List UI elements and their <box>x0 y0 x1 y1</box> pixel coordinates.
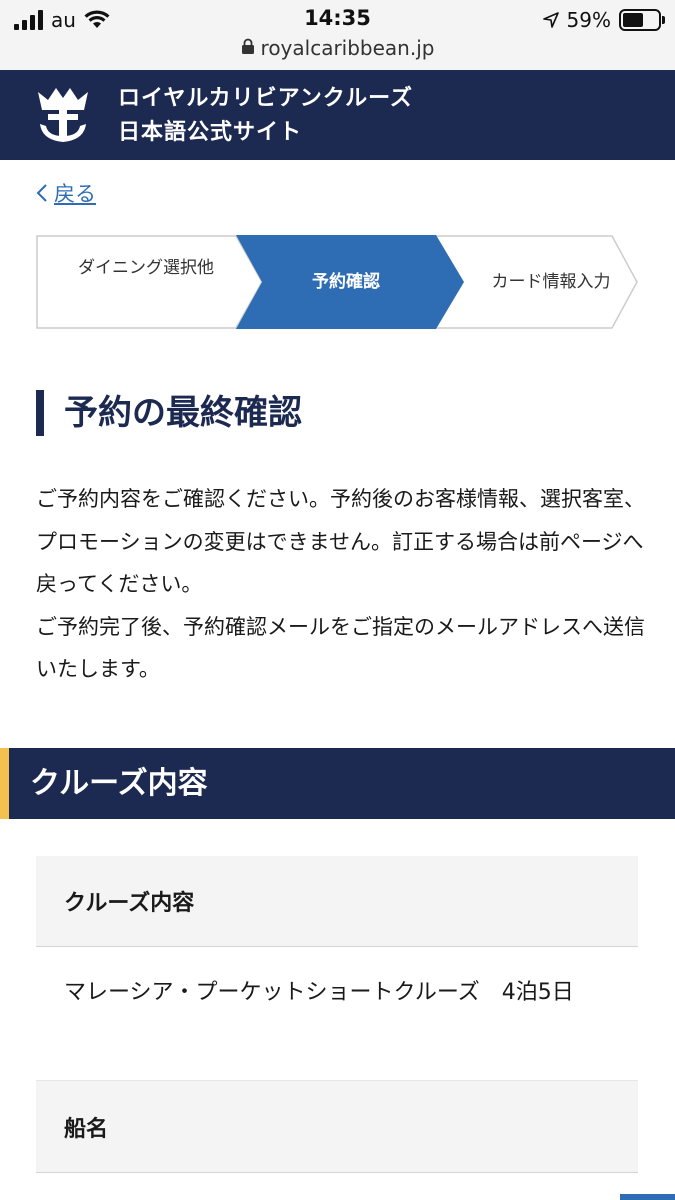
chevron-left-icon <box>36 184 47 202</box>
detail-label-cruise: クルーズ内容 <box>36 856 638 947</box>
brand-name[interactable]: ロイヤルカリビアンクルーズ 日本語公式サイト <box>118 82 413 150</box>
back-link[interactable]: 戻る <box>36 178 96 208</box>
battery-icon <box>619 9 665 31</box>
crown-anchor-logo[interactable] <box>34 84 92 146</box>
detail-value-ship <box>36 1173 638 1200</box>
url-bar[interactable]: royalcaribbean.jp <box>0 36 675 60</box>
lock-icon <box>241 36 255 60</box>
detail-label-ship: 船名 <box>36 1081 638 1173</box>
back-link-label: 戻る <box>54 182 96 206</box>
page-title: 予約の最終確認 <box>36 390 302 436</box>
cruise-detail-table: クルーズ内容 マレーシア・プーケットショートクルーズ 4泊5日 船名 <box>36 856 638 1200</box>
location-arrow-icon <box>542 12 559 28</box>
detail-value-cruise: マレーシア・プーケットショートクルーズ 4泊5日 <box>36 947 638 1081</box>
battery-fill <box>623 13 644 27</box>
brand-line-1: ロイヤルカリビアンクルーズ <box>118 86 414 111</box>
step-confirm: 予約確認 <box>312 272 380 292</box>
intro-paragraph-1: ご予約内容をご確認ください。予約後のお客様情報、選択客室、プロモーションの変更は… <box>36 487 645 596</box>
section-title: クルーズ内容 <box>30 766 208 801</box>
status-bar: au 14:35 59% royalcaribbean.jp <box>0 0 675 70</box>
brand-line-2: 日本語公式サイト <box>118 120 303 145</box>
battery-percent: 59% <box>566 8 611 32</box>
site-header: ロイヤルカリビアンクルーズ 日本語公式サイト <box>0 70 675 160</box>
progress-stepper: ダイニング選択他 予約確認 カード情報入力 <box>36 235 638 329</box>
scroll-top-button[interactable] <box>620 1194 675 1200</box>
section-header-cruise: クルーズ内容 <box>0 748 675 819</box>
url-text: royalcaribbean.jp <box>260 36 435 60</box>
step-dining: ダイニング選択他 <box>78 258 214 278</box>
intro-paragraph-2: ご予約完了後、予約確認メールをご指定のメールアドレスへ送信いたします。 <box>36 614 645 682</box>
step-card-input: カード情報入力 <box>491 272 611 292</box>
intro-text: ご予約内容をご確認ください。予約後のお客様情報、選択客室、プロモーションの変更は… <box>36 478 646 691</box>
status-right: 59% <box>542 8 665 32</box>
